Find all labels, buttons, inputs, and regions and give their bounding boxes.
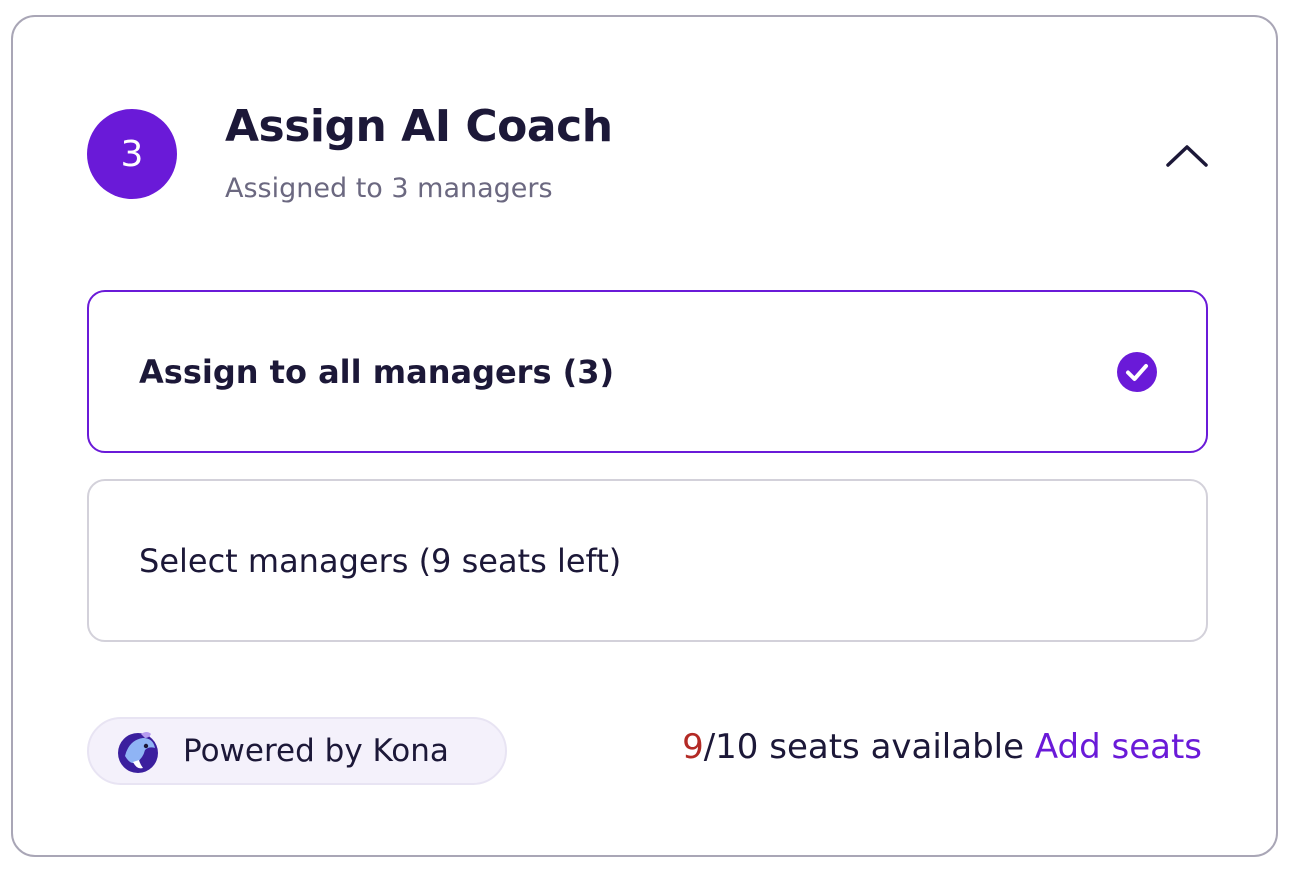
check-circle-icon <box>1117 351 1157 392</box>
section-title: Assign AI Coach <box>225 101 613 152</box>
seats-summary: 9/10 seats available Add seats <box>682 727 1202 767</box>
seats-total-text: /10 seats available <box>703 727 1025 767</box>
option-select-managers[interactable]: Select managers (9 seats left) <box>87 479 1208 642</box>
chevron-up-icon <box>1166 145 1208 167</box>
option-label: Assign to all managers (3) <box>139 352 615 391</box>
powered-by-badge: Powered by Kona <box>87 717 507 785</box>
step-number: 3 <box>120 133 144 175</box>
collapse-button[interactable] <box>1163 135 1211 175</box>
seats-available-count: 9 <box>682 727 704 767</box>
option-assign-all-managers[interactable]: Assign to all managers (3) <box>87 290 1208 453</box>
kona-logo-icon <box>118 732 158 773</box>
powered-by-text: Powered by Kona <box>183 733 449 769</box>
section-subtitle: Assigned to 3 managers <box>225 173 553 204</box>
add-seats-link[interactable]: Add seats <box>1035 727 1202 767</box>
step-number-badge: 3 <box>87 109 177 199</box>
option-label: Select managers (9 seats left) <box>139 541 622 580</box>
assign-ai-coach-card: 3 Assign AI Coach Assigned to 3 managers… <box>11 15 1278 857</box>
